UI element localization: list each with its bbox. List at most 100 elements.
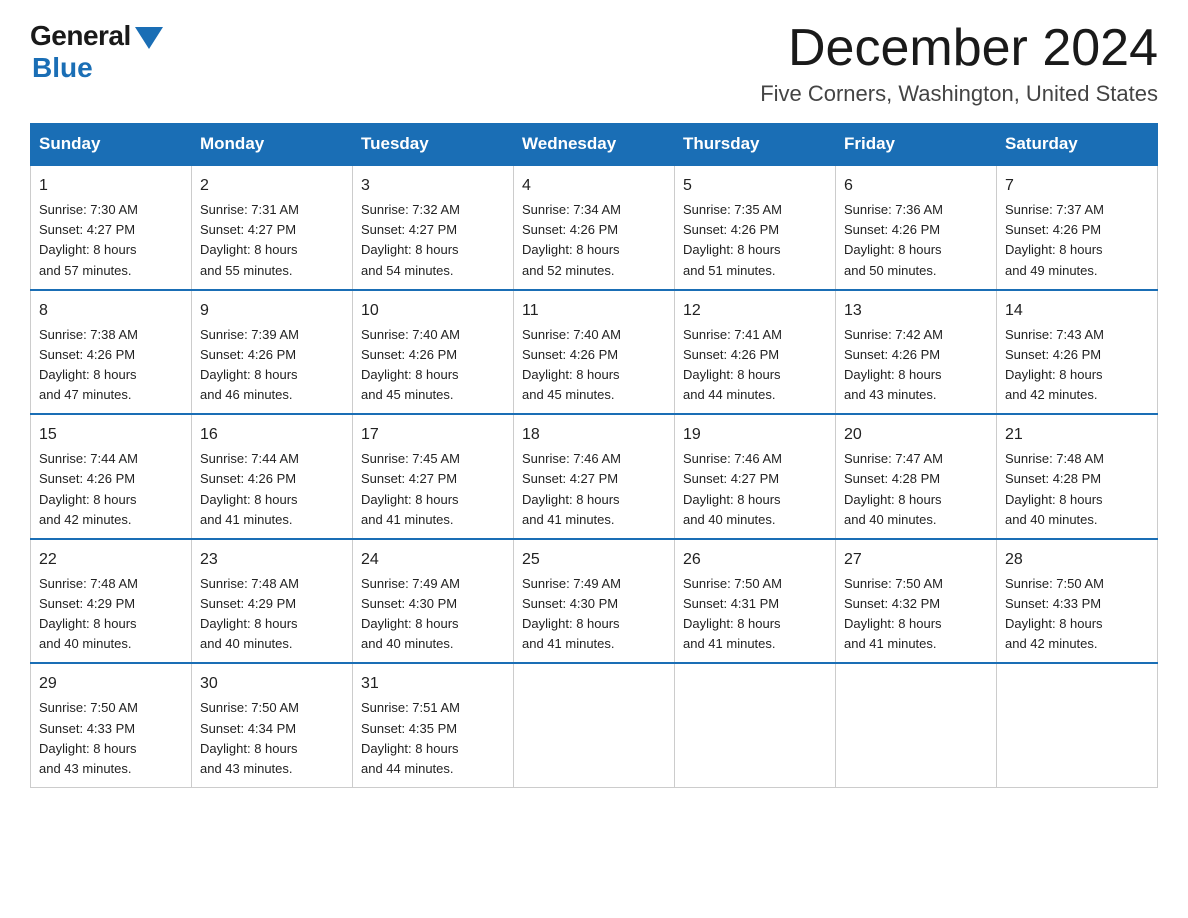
day-info: Sunrise: 7:50 AMSunset: 4:33 PMDaylight:… — [39, 698, 183, 779]
day-info: Sunrise: 7:48 AMSunset: 4:28 PMDaylight:… — [1005, 449, 1149, 530]
col-header-friday: Friday — [836, 124, 997, 166]
calendar-cell: 30Sunrise: 7:50 AMSunset: 4:34 PMDayligh… — [192, 663, 353, 787]
calendar-cell: 13Sunrise: 7:42 AMSunset: 4:26 PMDayligh… — [836, 290, 997, 415]
logo: General Blue — [30, 20, 163, 84]
page-header: General Blue December 2024 Five Corners,… — [30, 20, 1158, 107]
day-info: Sunrise: 7:48 AMSunset: 4:29 PMDaylight:… — [39, 574, 183, 655]
day-number: 5 — [683, 174, 827, 198]
calendar-cell: 5Sunrise: 7:35 AMSunset: 4:26 PMDaylight… — [675, 165, 836, 290]
day-number: 27 — [844, 548, 988, 572]
day-number: 30 — [200, 672, 344, 696]
col-header-monday: Monday — [192, 124, 353, 166]
day-info: Sunrise: 7:39 AMSunset: 4:26 PMDaylight:… — [200, 325, 344, 406]
day-number: 10 — [361, 299, 505, 323]
day-number: 7 — [1005, 174, 1149, 198]
day-info: Sunrise: 7:37 AMSunset: 4:26 PMDaylight:… — [1005, 200, 1149, 281]
day-info: Sunrise: 7:34 AMSunset: 4:26 PMDaylight:… — [522, 200, 666, 281]
day-number: 28 — [1005, 548, 1149, 572]
week-row-2: 8Sunrise: 7:38 AMSunset: 4:26 PMDaylight… — [31, 290, 1158, 415]
day-info: Sunrise: 7:49 AMSunset: 4:30 PMDaylight:… — [522, 574, 666, 655]
day-number: 17 — [361, 423, 505, 447]
day-number: 25 — [522, 548, 666, 572]
day-number: 11 — [522, 299, 666, 323]
day-info: Sunrise: 7:36 AMSunset: 4:26 PMDaylight:… — [844, 200, 988, 281]
day-info: Sunrise: 7:42 AMSunset: 4:26 PMDaylight:… — [844, 325, 988, 406]
calendar-cell: 9Sunrise: 7:39 AMSunset: 4:26 PMDaylight… — [192, 290, 353, 415]
day-number: 24 — [361, 548, 505, 572]
month-title: December 2024 — [760, 20, 1158, 77]
calendar-cell: 4Sunrise: 7:34 AMSunset: 4:26 PMDaylight… — [514, 165, 675, 290]
day-number: 23 — [200, 548, 344, 572]
location-subtitle: Five Corners, Washington, United States — [760, 81, 1158, 107]
day-info: Sunrise: 7:35 AMSunset: 4:26 PMDaylight:… — [683, 200, 827, 281]
day-number: 20 — [844, 423, 988, 447]
calendar-cell: 23Sunrise: 7:48 AMSunset: 4:29 PMDayligh… — [192, 539, 353, 664]
day-number: 4 — [522, 174, 666, 198]
day-number: 15 — [39, 423, 183, 447]
day-info: Sunrise: 7:44 AMSunset: 4:26 PMDaylight:… — [200, 449, 344, 530]
day-number: 1 — [39, 174, 183, 198]
calendar-cell: 16Sunrise: 7:44 AMSunset: 4:26 PMDayligh… — [192, 414, 353, 539]
week-row-5: 29Sunrise: 7:50 AMSunset: 4:33 PMDayligh… — [31, 663, 1158, 787]
calendar-cell: 18Sunrise: 7:46 AMSunset: 4:27 PMDayligh… — [514, 414, 675, 539]
day-number: 18 — [522, 423, 666, 447]
day-info: Sunrise: 7:31 AMSunset: 4:27 PMDaylight:… — [200, 200, 344, 281]
calendar-cell: 31Sunrise: 7:51 AMSunset: 4:35 PMDayligh… — [353, 663, 514, 787]
calendar-cell: 24Sunrise: 7:49 AMSunset: 4:30 PMDayligh… — [353, 539, 514, 664]
calendar-cell: 12Sunrise: 7:41 AMSunset: 4:26 PMDayligh… — [675, 290, 836, 415]
day-info: Sunrise: 7:51 AMSunset: 4:35 PMDaylight:… — [361, 698, 505, 779]
day-info: Sunrise: 7:32 AMSunset: 4:27 PMDaylight:… — [361, 200, 505, 281]
col-header-tuesday: Tuesday — [353, 124, 514, 166]
day-number: 22 — [39, 548, 183, 572]
day-info: Sunrise: 7:40 AMSunset: 4:26 PMDaylight:… — [522, 325, 666, 406]
calendar-cell: 27Sunrise: 7:50 AMSunset: 4:32 PMDayligh… — [836, 539, 997, 664]
day-info: Sunrise: 7:41 AMSunset: 4:26 PMDaylight:… — [683, 325, 827, 406]
day-number: 6 — [844, 174, 988, 198]
week-row-3: 15 Sunrise: 7:44 AMSunset: 4:26 PMDayligh… — [31, 414, 1158, 539]
calendar-cell: 14Sunrise: 7:43 AMSunset: 4:26 PMDayligh… — [997, 290, 1158, 415]
day-info: Sunrise: 7:46 AMSunset: 4:27 PMDaylight:… — [683, 449, 827, 530]
calendar-cell: 29Sunrise: 7:50 AMSunset: 4:33 PMDayligh… — [31, 663, 192, 787]
calendar-cell: 19Sunrise: 7:46 AMSunset: 4:27 PMDayligh… — [675, 414, 836, 539]
day-info: Sunrise: 7:50 AMSunset: 4:31 PMDaylight:… — [683, 574, 827, 655]
calendar-cell: 3Sunrise: 7:32 AMSunset: 4:27 PMDaylight… — [353, 165, 514, 290]
day-info: Sunrise: 7:38 AMSunset: 4:26 PMDaylight:… — [39, 325, 183, 406]
calendar-cell: 6Sunrise: 7:36 AMSunset: 4:26 PMDaylight… — [836, 165, 997, 290]
calendar-cell: 17Sunrise: 7:45 AMSunset: 4:27 PMDayligh… — [353, 414, 514, 539]
day-info: Sunrise: 7:50 AMSunset: 4:34 PMDaylight:… — [200, 698, 344, 779]
day-info: Sunrise: 7:48 AMSunset: 4:29 PMDaylight:… — [200, 574, 344, 655]
day-number: 3 — [361, 174, 505, 198]
calendar-cell: 1Sunrise: 7:30 AMSunset: 4:27 PMDaylight… — [31, 165, 192, 290]
calendar-cell: 22Sunrise: 7:48 AMSunset: 4:29 PMDayligh… — [31, 539, 192, 664]
day-number: 14 — [1005, 299, 1149, 323]
calendar-cell — [675, 663, 836, 787]
logo-triangle-icon — [135, 27, 163, 49]
day-number: 2 — [200, 174, 344, 198]
week-row-1: 1Sunrise: 7:30 AMSunset: 4:27 PMDaylight… — [31, 165, 1158, 290]
calendar-cell: 10Sunrise: 7:40 AMSunset: 4:26 PMDayligh… — [353, 290, 514, 415]
day-number: 9 — [200, 299, 344, 323]
day-info: Sunrise: 7:50 AMSunset: 4:33 PMDaylight:… — [1005, 574, 1149, 655]
calendar-cell — [836, 663, 997, 787]
day-info: Sunrise: 7:30 AMSunset: 4:27 PMDaylight:… — [39, 200, 183, 281]
day-info: Sunrise: 7:49 AMSunset: 4:30 PMDaylight:… — [361, 574, 505, 655]
col-header-sunday: Sunday — [31, 124, 192, 166]
calendar-cell: 26Sunrise: 7:50 AMSunset: 4:31 PMDayligh… — [675, 539, 836, 664]
col-header-thursday: Thursday — [675, 124, 836, 166]
day-number: 21 — [1005, 423, 1149, 447]
calendar-cell — [514, 663, 675, 787]
day-info: Sunrise: 7:40 AMSunset: 4:26 PMDaylight:… — [361, 325, 505, 406]
calendar-cell: 8Sunrise: 7:38 AMSunset: 4:26 PMDaylight… — [31, 290, 192, 415]
day-number: 26 — [683, 548, 827, 572]
day-info: Sunrise: 7:47 AMSunset: 4:28 PMDaylight:… — [844, 449, 988, 530]
calendar-cell: 28Sunrise: 7:50 AMSunset: 4:33 PMDayligh… — [997, 539, 1158, 664]
logo-blue-text: Blue — [32, 52, 93, 84]
week-row-4: 22Sunrise: 7:48 AMSunset: 4:29 PMDayligh… — [31, 539, 1158, 664]
calendar-cell: 7Sunrise: 7:37 AMSunset: 4:26 PMDaylight… — [997, 165, 1158, 290]
calendar-cell: 11Sunrise: 7:40 AMSunset: 4:26 PMDayligh… — [514, 290, 675, 415]
day-number: 31 — [361, 672, 505, 696]
day-number: 12 — [683, 299, 827, 323]
calendar-table: SundayMondayTuesdayWednesdayThursdayFrid… — [30, 123, 1158, 788]
day-number: 16 — [200, 423, 344, 447]
calendar-cell: 25Sunrise: 7:49 AMSunset: 4:30 PMDayligh… — [514, 539, 675, 664]
